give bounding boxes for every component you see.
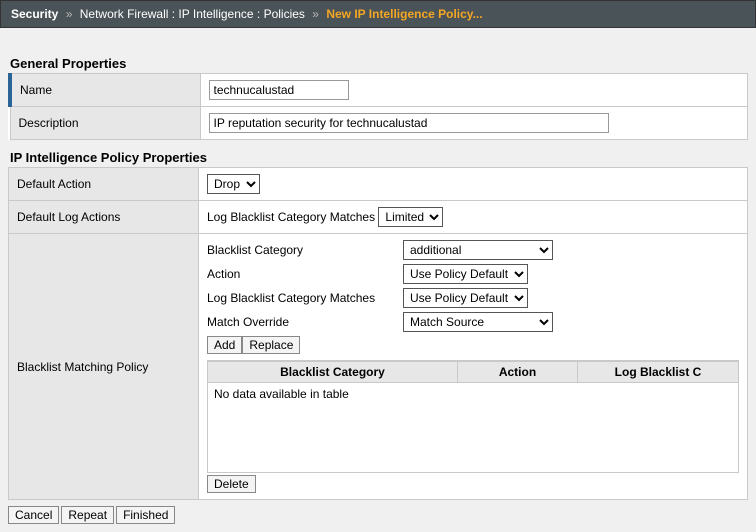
add-button[interactable]: Add xyxy=(207,336,242,354)
delete-button[interactable]: Delete xyxy=(207,475,256,493)
default-log-actions-label: Default Log Actions xyxy=(9,201,199,234)
match-override-label: Match Override xyxy=(207,315,397,329)
cancel-button[interactable]: Cancel xyxy=(8,506,59,524)
breadcrumb-current: New IP Intelligence Policy... xyxy=(326,7,482,21)
description-label: Description xyxy=(10,107,200,140)
section-ip-policy-title: IP Intelligence Policy Properties xyxy=(8,150,748,165)
breadcrumb-sep: » xyxy=(66,7,73,21)
table-empty-text: No data available in table xyxy=(214,387,349,401)
breadcrumb-sep: » xyxy=(312,7,319,21)
bl-action-select[interactable]: Use Policy Default xyxy=(403,264,528,284)
name-label: Name xyxy=(10,74,200,107)
blacklist-matching-policy-label: Blacklist Matching Policy xyxy=(9,234,199,500)
table-header-action: Action xyxy=(458,362,578,383)
default-action-select[interactable]: Drop xyxy=(207,174,260,194)
finished-button[interactable]: Finished xyxy=(116,506,175,524)
table-header-log: Log Blacklist C xyxy=(578,362,739,383)
replace-button[interactable]: Replace xyxy=(242,336,300,354)
log-bl-cat-matches-label: Log Blacklist Category Matches xyxy=(207,210,375,224)
log-bl-cat-matches-select[interactable]: Limited xyxy=(378,207,443,227)
bl-log-matches-label: Log Blacklist Category Matches xyxy=(207,291,397,305)
default-action-label: Default Action xyxy=(9,168,199,201)
name-input[interactable] xyxy=(209,80,349,100)
general-properties-table: Name Description xyxy=(8,73,748,140)
blacklist-table: Blacklist Category Action Log Blacklist … xyxy=(207,361,739,383)
footer-buttons: CancelRepeatFinished xyxy=(8,506,748,524)
match-override-select[interactable]: Match Source xyxy=(403,312,553,332)
breadcrumb-root[interactable]: Security xyxy=(11,7,58,21)
ip-policy-table: Default Action Drop Default Log Actions … xyxy=(8,167,748,500)
breadcrumb: Security » Network Firewall : IP Intelli… xyxy=(0,0,756,28)
bl-log-matches-select[interactable]: Use Policy Default xyxy=(403,288,528,308)
bl-category-select[interactable]: additional xyxy=(403,240,553,260)
section-general-title: General Properties xyxy=(8,56,748,71)
table-header-category: Blacklist Category xyxy=(208,362,458,383)
breadcrumb-path[interactable]: Network Firewall : IP Intelligence : Pol… xyxy=(80,7,305,21)
bl-action-label: Action xyxy=(207,267,397,281)
description-input[interactable] xyxy=(209,113,609,133)
blacklist-table-body[interactable]: No data available in table xyxy=(207,383,739,473)
repeat-button[interactable]: Repeat xyxy=(61,506,114,524)
bl-category-label: Blacklist Category xyxy=(207,243,397,257)
